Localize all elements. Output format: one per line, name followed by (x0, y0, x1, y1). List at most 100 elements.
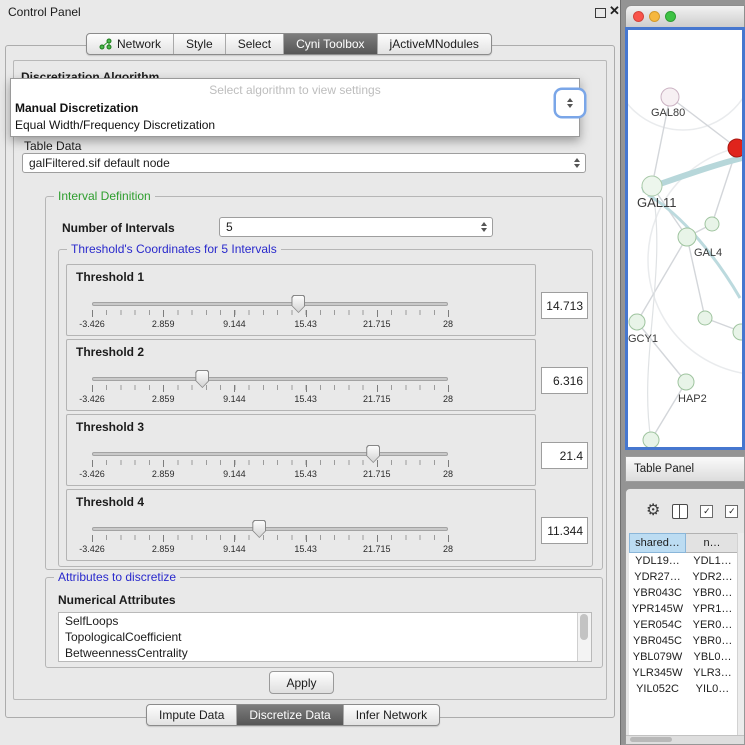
threshold-value-field[interactable]: 14.713 (541, 292, 588, 319)
table-row[interactable]: YBR045CYBR0… (629, 633, 739, 649)
attributes-scrollbar[interactable] (577, 613, 591, 661)
algorithm-option-manual[interactable]: Manual Discretization (15, 101, 138, 115)
tab-style[interactable]: Style (174, 34, 226, 54)
column-header-name[interactable]: n… (686, 533, 739, 553)
threshold-label: Threshold 3 (76, 420, 144, 434)
slider-handle[interactable] (195, 370, 209, 388)
table-data-label: Table Data (24, 139, 81, 153)
control-panel-window: Control Panel ✕ Network Style Select Cyn… (0, 0, 621, 745)
checkbox-icon[interactable]: ✓ (725, 505, 738, 518)
node-label: HAP2 (678, 393, 707, 405)
list-item[interactable]: SelfLoops (59, 613, 591, 629)
tab-label: Infer Network (356, 708, 427, 722)
node-label: GAL11 (637, 195, 677, 210)
column-header-shared-name[interactable]: shared… (629, 533, 686, 553)
tick-label: 28 (443, 394, 453, 404)
slider-track[interactable] (92, 302, 448, 306)
close-icon[interactable]: ✕ (609, 3, 620, 19)
bottom-tab-bar: Impute Data Discretize Data Infer Networ… (146, 704, 440, 726)
table-data-value: galFiltered.sif default node (29, 156, 170, 170)
tab-network[interactable]: Network (87, 34, 174, 54)
table-row[interactable]: YDR27…YDR2… (629, 569, 739, 585)
tick-label: 2.859 (152, 544, 175, 554)
tab-impute-data[interactable]: Impute Data (147, 705, 237, 725)
tick-label: 21.715 (363, 469, 391, 479)
tick-label: 15.43 (294, 469, 317, 479)
float-window-icon[interactable] (595, 8, 606, 18)
slider-handle[interactable] (291, 295, 305, 313)
slider-minor-ticks (92, 535, 448, 540)
tab-discretize-data[interactable]: Discretize Data (237, 705, 343, 725)
tick-label: 15.43 (294, 394, 317, 404)
network-frame: GAL80 GAL11 GAL4 GCY1 HAP2 (625, 27, 745, 450)
table-row[interactable]: YBR043CYBR0… (629, 585, 739, 601)
attributes-group: Attributes to discretize Numerical Attri… (45, 577, 603, 668)
interval-definition-group: Interval Definition Number of Intervals … (45, 196, 603, 570)
algorithm-combo-button[interactable] (556, 90, 584, 116)
slider-track[interactable] (92, 527, 448, 531)
table-data-combo[interactable]: galFiltered.sif default node (22, 153, 586, 173)
threshold-value-field[interactable]: 21.4 (541, 442, 588, 469)
zoom-traffic-light-icon[interactable] (665, 11, 676, 22)
threshold-slider[interactable]: -3.426 2.859 9.144 15.43 21.715 28 (92, 298, 448, 328)
node-label: GCY1 (628, 333, 658, 345)
slider-track[interactable] (92, 452, 448, 456)
tab-cyni-toolbox[interactable]: Cyni Toolbox (284, 34, 377, 54)
list-item[interactable]: BetweennessCentrality (59, 645, 591, 661)
table-panel-title: Table Panel (634, 463, 694, 475)
table-panel-header[interactable]: Table Panel (625, 456, 745, 482)
algorithm-option-equal-width[interactable]: Equal Width/Frequency Discretization (15, 118, 215, 132)
minimize-traffic-light-icon[interactable] (649, 11, 660, 22)
scrollbar-thumb[interactable] (630, 737, 672, 742)
tick-label: 9.144 (223, 319, 246, 329)
threshold-value-field[interactable]: 11.344 (541, 517, 588, 544)
network-canvas[interactable]: GAL80 GAL11 GAL4 GCY1 HAP2 (628, 30, 742, 447)
spinner-down-icon (567, 104, 573, 108)
threshold-row: Threshold 4 -3.426 2.859 9.144 15.43 21.… (66, 489, 588, 559)
table-row[interactable]: YER054CYER0… (629, 617, 739, 633)
tab-label: Impute Data (159, 708, 224, 722)
tick-label: -3.426 (79, 544, 105, 554)
spinner-up-icon (567, 98, 573, 102)
tick-label: 28 (443, 544, 453, 554)
close-traffic-light-icon[interactable] (633, 11, 644, 22)
tab-select[interactable]: Select (226, 34, 284, 54)
threshold-slider[interactable]: -3.426 2.859 9.144 15.43 21.715 28 (92, 523, 448, 553)
tab-label: Style (186, 37, 213, 51)
table-row[interactable]: YDL19…YDL1… (629, 553, 739, 569)
table-row[interactable]: YLR345WYLR3… (629, 665, 739, 681)
tab-infer-network[interactable]: Infer Network (344, 705, 439, 725)
columns-icon[interactable] (672, 504, 688, 519)
threshold-row: Threshold 3 -3.426 2.859 9.144 15.43 21.… (66, 414, 588, 484)
table-horizontal-scrollbar[interactable] (626, 735, 744, 744)
table-vertical-scrollbar[interactable] (737, 533, 744, 736)
tick-label: 9.144 (223, 469, 246, 479)
table-body: YDL19…YDL1… YDR27…YDR2… YBR043CYBR0… YPR… (629, 553, 739, 736)
threshold-value-field[interactable]: 6.316 (541, 367, 588, 394)
list-item[interactable]: TopologicalCoefficient (59, 629, 591, 645)
network-window-titlebar[interactable] (625, 5, 745, 27)
num-intervals-label: Number of Intervals (62, 221, 175, 235)
apply-button[interactable]: Apply (269, 671, 334, 694)
slider-track[interactable] (92, 377, 448, 381)
checkbox-icon[interactable]: ✓ (700, 505, 713, 518)
table-row[interactable]: YIL052CYIL0… (629, 681, 739, 697)
tick-label: 15.43 (294, 544, 317, 554)
tab-label: Select (238, 37, 271, 51)
tick-label: 2.859 (152, 469, 175, 479)
scrollbar-thumb[interactable] (580, 614, 588, 640)
network-graph (628, 30, 742, 447)
table-row[interactable]: YBL079WYBL0… (629, 649, 739, 665)
slider-handle[interactable] (366, 445, 380, 463)
slider-handle[interactable] (252, 520, 266, 538)
interval-definition-title: Interval Definition (54, 189, 155, 203)
gear-icon[interactable]: ⚙ (646, 503, 660, 519)
threshold-slider[interactable]: -3.426 2.859 9.144 15.43 21.715 28 (92, 448, 448, 478)
tab-jactivemnodules[interactable]: jActiveMNodules (378, 34, 491, 54)
threshold-slider[interactable]: -3.426 2.859 9.144 15.43 21.715 28 (92, 373, 448, 403)
combo-arrows-icon (574, 158, 580, 168)
num-intervals-combo[interactable]: 5 (219, 217, 493, 237)
table-row[interactable]: YPR145WYPR1… (629, 601, 739, 617)
window-title: Control Panel (8, 5, 81, 19)
tab-label: Cyni Toolbox (296, 37, 364, 51)
